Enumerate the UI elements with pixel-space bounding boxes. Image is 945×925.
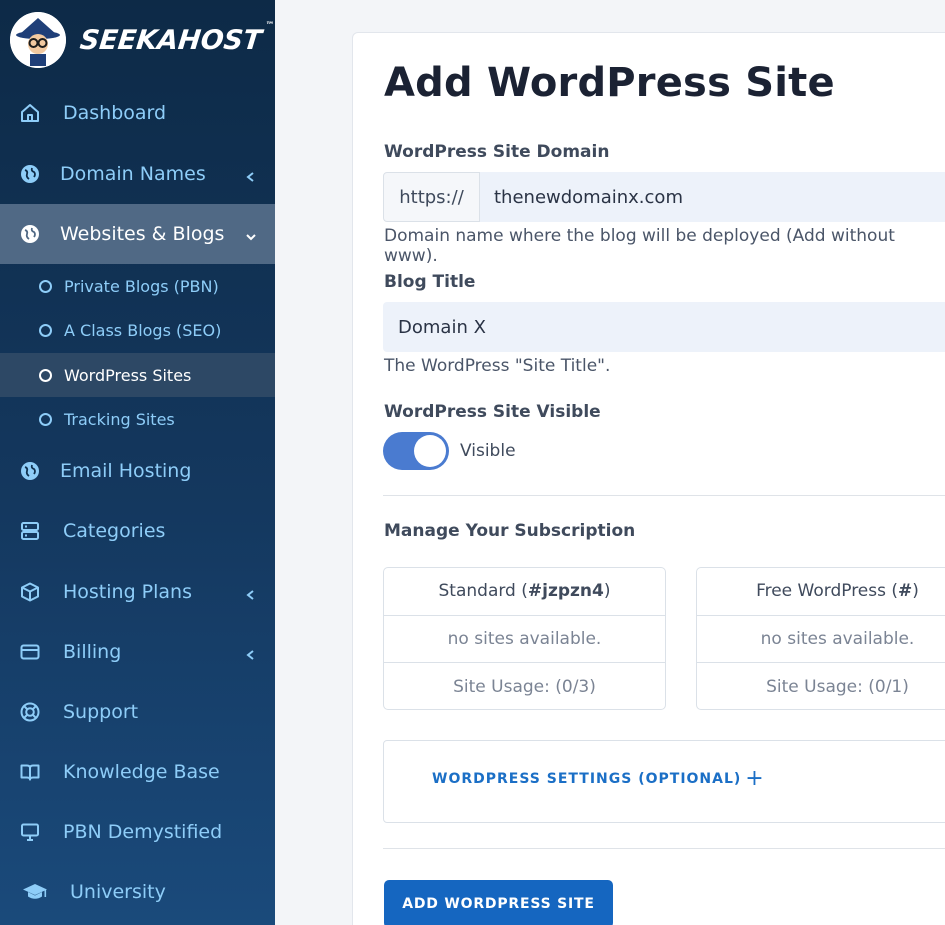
server-icon bbox=[20, 521, 40, 541]
brand-logo[interactable]: SEEKAHOST™ bbox=[10, 10, 275, 70]
domain-help-text: Domain name where the blog will be deplo… bbox=[384, 226, 895, 266]
sidebar-item-label: Hosting Plans bbox=[63, 581, 193, 603]
sidebar-item-university[interactable]: University bbox=[0, 862, 275, 922]
circle-icon bbox=[39, 279, 52, 293]
sidebar-subitem-wordpress-sites[interactable]: WordPress Sites bbox=[0, 353, 275, 397]
subscription-heading: Manage Your Subscription bbox=[384, 521, 636, 541]
visibility-state-label: Visible bbox=[460, 441, 516, 461]
circle-icon bbox=[39, 368, 52, 382]
add-wordpress-site-button[interactable]: ADD WORDPRESS SITE bbox=[384, 880, 613, 925]
sidebar-item-hosting-plans[interactable]: Hosting Plans bbox=[0, 562, 275, 622]
sidebar-item-dashboard[interactable]: Dashboard bbox=[0, 83, 275, 143]
sidebar-item-label: Support bbox=[63, 701, 139, 723]
sidebar-item-label: Email Hosting bbox=[60, 460, 192, 482]
url-prefix: https:// bbox=[383, 172, 480, 222]
blog-title-help-text: The WordPress "Site Title". bbox=[384, 356, 611, 376]
chevron-left-icon bbox=[245, 586, 257, 600]
globe-icon bbox=[20, 164, 40, 184]
sidebar-subitem-a-class-blogs[interactable]: A Class Blogs (SEO) bbox=[0, 308, 275, 352]
brand-wordmark: SEEKAHOST™ bbox=[78, 20, 275, 56]
subscription-card-title: Free WordPress (#) bbox=[697, 568, 945, 616]
section-divider bbox=[383, 495, 945, 496]
domain-input[interactable] bbox=[480, 172, 945, 222]
wordpress-settings-label: WORDPRESS SETTINGS (OPTIONAL) bbox=[432, 771, 742, 787]
chevron-down-icon bbox=[245, 228, 257, 241]
home-icon bbox=[20, 103, 40, 123]
credit-card-icon bbox=[20, 642, 40, 662]
chevron-left-icon bbox=[245, 168, 257, 182]
visibility-label: WordPress Site Visible bbox=[384, 402, 601, 422]
blog-title-input[interactable] bbox=[383, 302, 945, 352]
globe-icon bbox=[20, 224, 40, 244]
domain-input-group: https:// bbox=[383, 172, 945, 222]
toggle-knob bbox=[414, 435, 446, 467]
sidebar-item-label: Knowledge Base bbox=[63, 761, 220, 783]
blog-title-label: Blog Title bbox=[384, 272, 476, 292]
subscription-card-free-wordpress[interactable]: Free WordPress (#) no sites available. S… bbox=[696, 567, 945, 710]
domain-field-label: WordPress Site Domain bbox=[384, 142, 610, 162]
sidebar: SEEKAHOST™ Dashboard Domain Names Websit… bbox=[0, 0, 275, 925]
graduation-cap-icon bbox=[22, 882, 48, 902]
sidebar-item-label: Websites & Blogs bbox=[60, 223, 225, 245]
globe-icon bbox=[20, 461, 40, 481]
visibility-toggle[interactable] bbox=[383, 432, 449, 470]
sidebar-item-label: Categories bbox=[63, 520, 166, 542]
sidebar-subitem-label: A Class Blogs (SEO) bbox=[64, 320, 222, 340]
book-icon bbox=[20, 762, 40, 782]
lifebuoy-icon bbox=[20, 702, 40, 722]
sidebar-item-label: Dashboard bbox=[63, 102, 167, 124]
sidebar-subitem-private-blogs[interactable]: Private Blogs (PBN) bbox=[0, 264, 275, 308]
subscription-card-usage: Site Usage: (0/1) bbox=[766, 676, 909, 697]
sidebar-subitem-tracking-sites[interactable]: Tracking Sites bbox=[0, 397, 275, 441]
sidebar-item-label: Billing bbox=[63, 641, 122, 663]
subscription-card-title: Standard (#jzpzn4) bbox=[384, 568, 665, 616]
sidebar-item-websites-blogs[interactable]: Websites & Blogs bbox=[0, 204, 275, 264]
sidebar-subitem-label: WordPress Sites bbox=[64, 365, 192, 385]
sidebar-item-categories[interactable]: Categories bbox=[0, 501, 275, 561]
page-title: Add WordPress Site bbox=[384, 60, 835, 106]
subscription-card-status: no sites available. bbox=[697, 616, 945, 664]
sidebar-item-label: Domain Names bbox=[60, 163, 206, 185]
box-icon bbox=[20, 582, 40, 602]
plus-icon: + bbox=[745, 766, 765, 791]
subscription-card-standard[interactable]: Standard (#jzpzn4) no sites available. S… bbox=[383, 567, 666, 710]
sidebar-subitem-label: Tracking Sites bbox=[64, 409, 175, 429]
sidebar-item-support[interactable]: Support bbox=[0, 682, 275, 742]
sidebar-subitem-label: Private Blogs (PBN) bbox=[64, 276, 219, 296]
sidebar-item-domain-names[interactable]: Domain Names bbox=[0, 144, 275, 204]
sidebar-item-billing[interactable]: Billing bbox=[0, 622, 275, 682]
mascot-logo-icon bbox=[10, 12, 66, 68]
section-divider bbox=[383, 848, 945, 849]
monitor-icon bbox=[20, 822, 40, 842]
circle-icon bbox=[39, 412, 52, 426]
sidebar-item-pbn-demystified[interactable]: PBN Demystified bbox=[0, 802, 275, 862]
circle-icon bbox=[39, 323, 52, 337]
sidebar-item-email-hosting[interactable]: Email Hosting bbox=[0, 441, 275, 501]
sidebar-item-label: PBN Demystified bbox=[63, 821, 223, 843]
subscription-card-status: no sites available. bbox=[384, 616, 665, 664]
wordpress-settings-toggle[interactable]: WORDPRESS SETTINGS (OPTIONAL) + bbox=[432, 766, 765, 791]
sidebar-item-label: University bbox=[70, 881, 166, 903]
chevron-left-icon bbox=[245, 646, 257, 660]
subscription-card-usage: Site Usage: (0/3) bbox=[453, 676, 596, 697]
sidebar-item-knowledge-base[interactable]: Knowledge Base bbox=[0, 742, 275, 802]
